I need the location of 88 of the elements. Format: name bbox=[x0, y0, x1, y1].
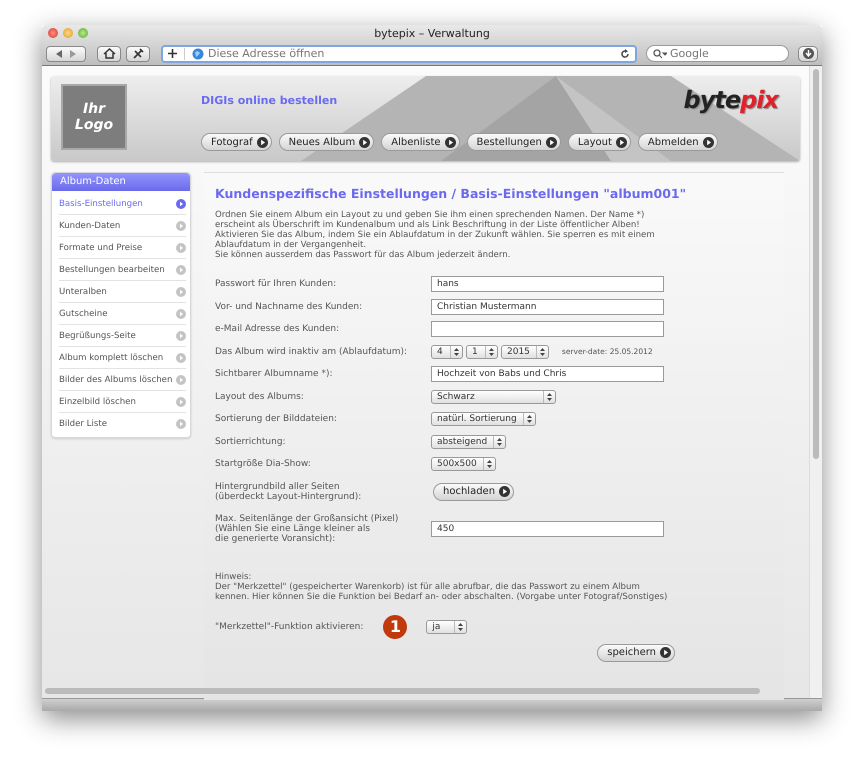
back-icon[interactable] bbox=[56, 50, 63, 58]
select-field[interactable]: natürl. Sortierung bbox=[431, 412, 536, 426]
field-label: Hintergrundbild aller Seiten (überdeckt Layout-Hintergrund): bbox=[215, 482, 362, 502]
vertical-scrollbar[interactable] bbox=[809, 66, 822, 698]
sidebar-item[interactable]: Album komplett löschen bbox=[59, 347, 186, 368]
nav-button[interactable]: Fotograf bbox=[201, 133, 272, 151]
nav-button[interactable]: Layout bbox=[568, 133, 631, 151]
updown-icon bbox=[454, 348, 459, 356]
sidebar-item[interactable]: Begrüßungs-Seite bbox=[59, 325, 186, 346]
play-icon bbox=[546, 136, 557, 148]
input-field[interactable] bbox=[431, 321, 664, 338]
brand-logo: bytepix bbox=[684, 86, 778, 114]
address-field[interactable]: Diese Adresse öffnen bbox=[208, 47, 616, 60]
sidebar-title: Album-Daten bbox=[52, 173, 190, 191]
play-icon bbox=[499, 486, 510, 497]
field-label: Max. Seitenlänge der Großansicht (Pixel) (Wählen Sie eine Länge kleiner als die generierte Voransicht): bbox=[215, 514, 400, 544]
play-icon bbox=[444, 136, 456, 148]
address-bar[interactable]: Diese Adresse öffnen bbox=[161, 44, 637, 62]
select-field[interactable]: 4 bbox=[431, 344, 463, 359]
horizontal-scrollbar[interactable] bbox=[45, 688, 760, 694]
logo-text: Ihr Logo bbox=[74, 101, 114, 133]
select-field[interactable]: 2015 bbox=[501, 344, 549, 359]
download-button[interactable] bbox=[798, 46, 818, 62]
field-label: Startgröße Dia-Show: bbox=[215, 459, 312, 470]
play-icon bbox=[660, 647, 671, 658]
updown-icon bbox=[458, 622, 464, 630]
tools-icon bbox=[132, 48, 144, 60]
tools-button[interactable] bbox=[126, 46, 150, 62]
field-label: "Merkzettel"-Funktion aktivieren: bbox=[215, 622, 364, 632]
updown-icon bbox=[486, 460, 492, 468]
play-icon bbox=[616, 136, 627, 148]
sidebar-item[interactable]: Einzelbild löschen bbox=[59, 391, 186, 412]
sidebar-item[interactable]: Bilder Liste bbox=[59, 413, 186, 434]
search-bar[interactable]: Google bbox=[646, 45, 789, 62]
select-field[interactable]: 1 bbox=[466, 344, 498, 359]
input-field[interactable]: Hochzeit von Babs und Chris bbox=[431, 366, 664, 382]
nav-button[interactable]: Albenliste bbox=[381, 133, 460, 151]
updown-icon bbox=[547, 392, 552, 401]
input-field[interactable]: hans bbox=[431, 276, 664, 292]
add-icon[interactable] bbox=[168, 49, 177, 58]
reload-icon[interactable] bbox=[620, 48, 630, 58]
input-field[interactable]: 450 bbox=[431, 520, 664, 536]
field-label: Sichtbarer Albumname *): bbox=[215, 369, 334, 380]
sidebar-item[interactable]: Formate und Preise bbox=[59, 237, 186, 258]
close-icon[interactable] bbox=[48, 28, 58, 38]
updown-icon bbox=[489, 348, 494, 356]
field-label: Sortierrichtung: bbox=[215, 436, 287, 447]
home-button[interactable] bbox=[97, 46, 121, 62]
step-badge: 1 bbox=[383, 614, 408, 638]
field-label: Sortierung der Bilddateien: bbox=[215, 414, 338, 424]
select-field[interactable]: 500x500 bbox=[431, 457, 496, 472]
save-button[interactable]: speichern bbox=[597, 644, 675, 662]
select-field[interactable]: Schwarz bbox=[431, 390, 556, 404]
upload-button[interactable]: hochladen bbox=[433, 482, 514, 500]
sidebar-item[interactable]: Bestellungen bearbeiten bbox=[59, 259, 186, 280]
sidebar-item[interactable]: Basis-Einstellungen bbox=[59, 193, 186, 214]
field-label: Layout des Albums: bbox=[215, 392, 305, 402]
sidebar-item[interactable]: Bilder des Albums löschen bbox=[59, 369, 186, 390]
hint-text: Hinweis: Der "Merkzettel" (gespeicherter Warenkorb) ist für alle abrufbar, die das Passwort zu einem Album kennen. Hier können Sie die Funktion bei Bedarf an- oder abschalten. (Vorgabe unter Fotograf/Sonstiges) bbox=[215, 572, 668, 602]
forward-icon[interactable] bbox=[69, 50, 76, 58]
updown-icon bbox=[526, 415, 532, 424]
field-label: e-Mail Adresse des Kunden: bbox=[215, 324, 340, 334]
input-field[interactable]: Christian Mustermann bbox=[431, 298, 664, 315]
search-icon bbox=[653, 48, 667, 58]
play-icon bbox=[256, 136, 268, 148]
select-field[interactable]: ja bbox=[426, 620, 468, 634]
home-icon bbox=[102, 48, 116, 59]
sidebar-item[interactable]: Gutscheine bbox=[59, 303, 186, 324]
sidebar-item[interactable]: Kunden-Daten bbox=[59, 215, 186, 236]
field-label: Das Album wird inaktiv am (Ablaufdatum): bbox=[215, 346, 408, 357]
play-icon bbox=[702, 136, 714, 148]
window-title: bytepix – Verwaltung bbox=[374, 27, 490, 40]
intro-text: Ordnen Sie einem Album ein Layout zu und geben Sie ihm einen sprechenden Namen. Der Name *) erscheint als Überschrift im Kundenalbum und als Link Beschriftung in der Liste öffentlicher Alben! Aktivieren Sie das Album, indem Sie ein Ablaufdatum in der Zukunft wählen. Sie sperren es mit einem Ablaufdatum in der Vergangenheit. Sie können ausserdem das Passwort für das Album jederzeit ändern. bbox=[215, 210, 656, 260]
field-label: Vor- und Nachname des Kunden: bbox=[215, 302, 364, 312]
field-label: Passwort für Ihren Kunden: bbox=[215, 279, 338, 290]
play-icon bbox=[359, 136, 370, 148]
nav-button[interactable]: Bestellungen bbox=[466, 133, 561, 151]
back-forward-button[interactable] bbox=[46, 46, 86, 62]
sidebar-item[interactable]: Unteralben bbox=[59, 281, 186, 302]
updown-icon bbox=[497, 438, 502, 446]
search-field[interactable]: Google bbox=[670, 47, 782, 60]
updown-icon bbox=[540, 348, 545, 356]
page-heading: Kundenspezifische Einstellungen / Basis-Einstellungen "album001" bbox=[215, 186, 688, 201]
globe-icon bbox=[192, 48, 204, 60]
select-field[interactable]: absteigend bbox=[431, 434, 506, 449]
nav-button[interactable]: Abmelden bbox=[638, 133, 718, 151]
nav-button[interactable]: Neues Album bbox=[278, 133, 374, 151]
download-icon bbox=[802, 48, 814, 59]
